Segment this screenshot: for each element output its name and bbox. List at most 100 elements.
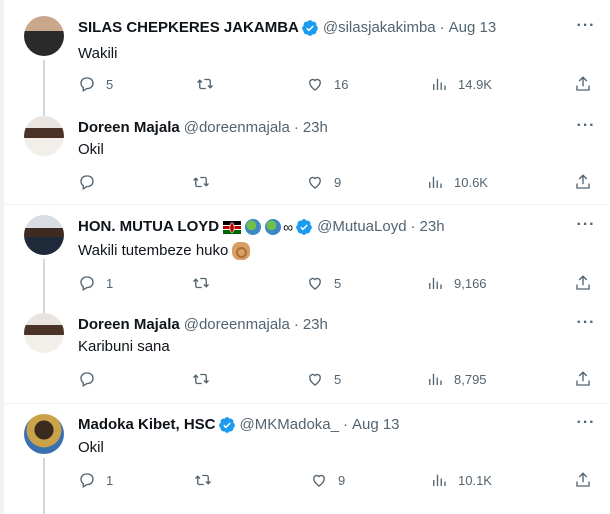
retweet-button[interactable] xyxy=(192,271,220,295)
timestamp[interactable]: 23h xyxy=(303,315,328,335)
reply-button[interactable]: 1 xyxy=(78,271,113,295)
separator-dot: · xyxy=(439,19,445,36)
retweet-button[interactable] xyxy=(194,468,222,492)
reply-button[interactable]: 5 xyxy=(78,72,113,96)
tweet[interactable]: HON. MUTUA LOYD ∞ @MutuaLoyd · 23h ··· W… xyxy=(4,205,610,305)
views-button[interactable]: 8,795 xyxy=(426,367,487,391)
separator-dot: · xyxy=(410,218,416,235)
more-icon[interactable]: ··· xyxy=(576,415,596,437)
share-button[interactable] xyxy=(574,271,592,295)
separator-dot: · xyxy=(293,316,299,333)
views-button[interactable]: 10.6K xyxy=(426,170,488,194)
thread-connector xyxy=(43,60,45,104)
share-button[interactable] xyxy=(574,367,592,391)
tweet-text: Okil xyxy=(78,439,104,456)
more-icon[interactable]: ··· xyxy=(576,18,596,40)
avatar[interactable] xyxy=(24,313,64,353)
tweet-text: Wakili tutembeze huko xyxy=(78,242,229,259)
tweet[interactable]: SILAS CHEPKERES JAKAMBA @silasjakakimba … xyxy=(4,0,610,104)
ok-hand-icon xyxy=(232,242,251,261)
tweet-header: Madoka Kibet, HSC @MKMadoka_ · Aug 13 xyxy=(78,415,400,435)
heart-icon xyxy=(313,474,325,487)
thread-connector xyxy=(43,305,45,313)
more-icon[interactable]: ··· xyxy=(576,315,596,337)
like-button[interactable]: 9 xyxy=(306,170,341,194)
tweet-text: Karibuni sana xyxy=(78,338,170,355)
reply-icon xyxy=(80,372,94,387)
views-count: 10.1K xyxy=(458,472,492,488)
author-handle[interactable]: @MutuaLoyd xyxy=(317,217,406,237)
reply-icon xyxy=(80,276,94,291)
views-icon xyxy=(433,474,446,486)
like-button[interactable]: 5 xyxy=(306,367,341,391)
views-icon xyxy=(429,176,442,188)
tweet-header: SILAS CHEPKERES JAKAMBA @silasjakakimba … xyxy=(78,18,496,38)
author-handle[interactable]: @silasjakakimba xyxy=(323,18,436,38)
reply-button[interactable] xyxy=(78,367,106,391)
retweet-button[interactable] xyxy=(196,72,224,96)
timestamp[interactable]: Aug 13 xyxy=(449,18,497,38)
tweet-text: Okil xyxy=(78,141,104,158)
reply-count: 1 xyxy=(106,472,114,488)
tweet-actions: 9 10.6K xyxy=(64,170,604,194)
author-handle[interactable]: @doreenmajala xyxy=(184,315,290,335)
verified-badge-icon xyxy=(218,417,235,433)
like-button[interactable]: 9 xyxy=(310,468,345,492)
timestamp[interactable]: 23h xyxy=(420,217,445,237)
reply-icon xyxy=(80,175,94,190)
tweet-actions: 1 9 10.1K xyxy=(64,468,604,492)
avatar[interactable] xyxy=(24,116,64,156)
thread-connector xyxy=(43,458,45,514)
kenya-flag-icon xyxy=(223,220,242,234)
globe-icon xyxy=(265,219,282,235)
reply-button[interactable]: 1 xyxy=(78,468,113,492)
tweet-text: Wakili xyxy=(78,45,118,62)
share-button[interactable] xyxy=(574,170,592,194)
share-icon xyxy=(576,174,590,189)
like-button[interactable]: 16 xyxy=(306,72,348,96)
author-handle[interactable]: @doreenmajala xyxy=(184,118,290,138)
avatar[interactable] xyxy=(24,414,64,454)
author-name[interactable]: Doreen Majala xyxy=(78,315,180,335)
globe-icon xyxy=(245,219,262,235)
more-icon[interactable]: ··· xyxy=(576,217,596,239)
tweet[interactable]: Doreen Majala @doreenmajala · 23h ··· Ka… xyxy=(4,305,610,403)
tweet-header: HON. MUTUA LOYD ∞ @MutuaLoyd · 23h xyxy=(78,217,445,237)
author-handle[interactable]: @MKMadoka_ xyxy=(240,415,339,435)
reply-button[interactable] xyxy=(78,170,106,194)
author-name[interactable]: SILAS CHEPKERES JAKAMBA xyxy=(78,18,299,38)
views-button[interactable]: 10.1K xyxy=(430,468,492,492)
more-icon[interactable]: ··· xyxy=(576,118,596,140)
retweet-icon xyxy=(193,176,209,188)
verified-badge-icon xyxy=(296,219,312,235)
reply-count: 1 xyxy=(106,275,114,291)
views-button[interactable]: 14.9K xyxy=(430,72,492,96)
retweet-button[interactable] xyxy=(192,367,220,391)
share-button[interactable] xyxy=(574,72,592,96)
timestamp[interactable]: 23h xyxy=(303,118,328,138)
share-button[interactable] xyxy=(574,468,592,492)
author-name[interactable]: HON. MUTUA LOYD xyxy=(78,217,219,237)
reply-icon xyxy=(80,77,94,92)
heart-icon xyxy=(309,78,321,91)
tweet[interactable]: Madoka Kibet, HSC @MKMadoka_ · Aug 13 ··… xyxy=(4,404,610,514)
timestamp[interactable]: Aug 13 xyxy=(352,415,400,435)
tweet-actions: 5 16 14.9K xyxy=(64,72,604,96)
share-icon xyxy=(576,472,590,487)
retweet-icon xyxy=(193,373,209,385)
like-count: 9 xyxy=(334,174,342,190)
like-count: 16 xyxy=(334,76,349,92)
tweet-actions: 5 8,795 xyxy=(64,367,604,391)
avatar[interactable] xyxy=(24,215,64,255)
like-button[interactable]: 5 xyxy=(306,271,341,295)
views-count: 8,795 xyxy=(454,371,487,387)
verified-badge-icon xyxy=(302,20,318,36)
author-name[interactable]: Madoka Kibet, HSC xyxy=(78,415,216,435)
tweet[interactable]: Doreen Majala @doreenmajala · 23h ··· Ok… xyxy=(4,104,610,204)
avatar[interactable] xyxy=(24,16,64,56)
retweet-icon xyxy=(197,78,213,90)
reply-icon xyxy=(80,473,94,488)
author-name[interactable]: Doreen Majala xyxy=(78,118,180,138)
retweet-button[interactable] xyxy=(192,170,220,194)
views-button[interactable]: 9,166 xyxy=(426,271,487,295)
